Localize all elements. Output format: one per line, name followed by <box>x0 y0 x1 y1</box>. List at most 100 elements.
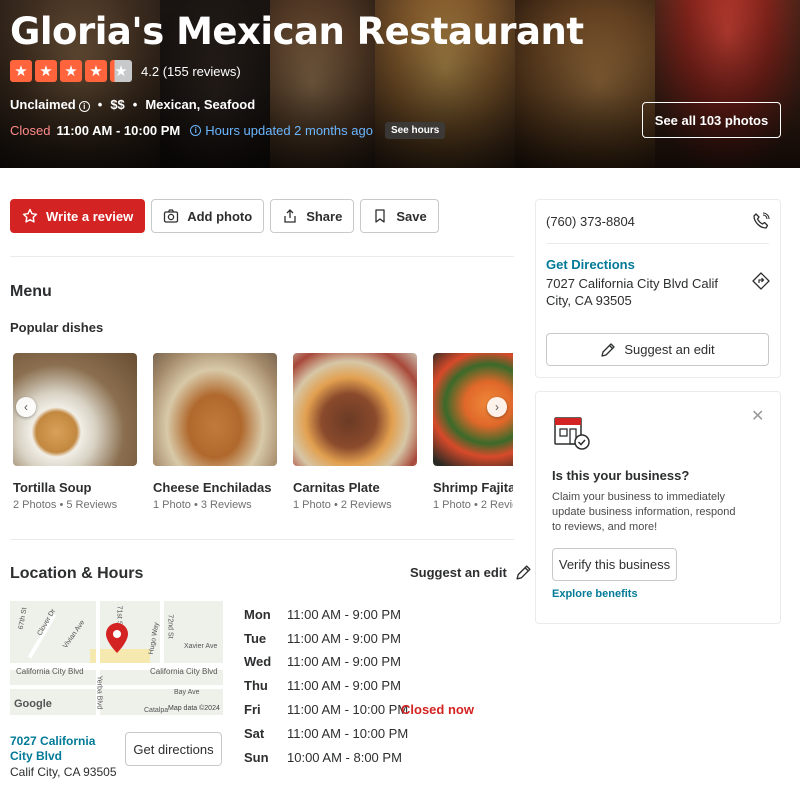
dish-card[interactable]: Carnitas Plate 1 Photo • 2 Reviews <box>293 353 417 511</box>
separator-dot: • <box>97 97 103 112</box>
pencil-icon <box>601 342 615 357</box>
map-label: Bay Ave <box>174 689 200 696</box>
verify-business-button[interactable]: Verify this business <box>552 548 677 581</box>
dish-name[interactable]: Tortilla Soup <box>13 480 137 495</box>
day-hours: 11:00 AM - 10:00 PM <box>287 702 409 717</box>
divider <box>546 243 769 244</box>
day-label: Fri <box>244 702 261 717</box>
phone-number[interactable]: (760) 373-8804 <box>546 214 635 229</box>
hours-row: Closed 11:00 AM - 10:00 PM i Hours update… <box>10 122 446 139</box>
hours-row: Thu 11:00 AM - 9:00 PM <box>244 678 504 698</box>
close-icon[interactable]: ✕ <box>751 406 764 426</box>
hours-row: Wed 11:00 AM - 9:00 PM <box>244 654 504 674</box>
claim-business-card: ✕ Is this your business? Claim your busi… <box>535 391 781 624</box>
dish-photo[interactable] <box>293 353 417 466</box>
hours-row: Fri 11:00 AM - 10:00 PM Closed now <box>244 702 504 722</box>
dish-name[interactable]: Cheese Enchiladas <box>153 480 277 495</box>
map-label: Hugo Way <box>147 621 161 656</box>
map-data-label: Map data ©2024 <box>168 705 220 712</box>
rating-value[interactable]: 4.2 (155 reviews) <box>141 64 241 79</box>
star-icon: ★ <box>85 60 107 82</box>
business-name: Gloria's Mexican Restaurant <box>10 10 584 53</box>
hero-banner: Gloria's Mexican Restaurant ★ ★ ★ ★ ★ 4.… <box>0 0 800 168</box>
action-bar: Write a review Add photo Share Save <box>10 199 439 233</box>
star-icon <box>22 208 38 223</box>
explore-benefits-link[interactable]: Explore benefits <box>552 588 638 600</box>
map-label: California City Blvd <box>150 667 218 676</box>
hours-updated[interactable]: i Hours updated 2 months ago <box>190 123 373 138</box>
dish-photo[interactable] <box>153 353 277 466</box>
map-label: Xavier Ave <box>184 643 218 650</box>
map-label: California City Blvd <box>16 667 84 676</box>
hours-row: Mon 11:00 AM - 9:00 PM <box>244 607 504 627</box>
get-directions-button[interactable]: Get directions <box>125 732 222 766</box>
map-pin-icon[interactable] <box>106 623 128 653</box>
info-icon: i <box>190 125 202 136</box>
popular-dishes-label: Popular dishes <box>10 320 104 335</box>
see-hours-button[interactable]: See hours <box>384 122 446 139</box>
suggest-edit-button[interactable]: Suggest an edit <box>546 333 769 366</box>
hours-row: Sat 11:00 AM - 10:00 PM <box>244 726 504 746</box>
write-review-button[interactable]: Write a review <box>10 199 146 233</box>
closed-now-badge: Closed now <box>401 702 474 717</box>
bookmark-icon <box>375 209 385 223</box>
map-label: Catalpa <box>144 707 169 714</box>
divider <box>10 256 514 257</box>
day-label: Sun <box>244 750 269 765</box>
location-map[interactable]: 67th St Clover Dr Vivian Ave 71st St Hug… <box>10 601 223 715</box>
chevron-left-icon[interactable]: ‹ <box>16 397 36 417</box>
day-label: Tue <box>244 631 267 646</box>
pencil-icon <box>516 565 531 580</box>
map-label: 72nd St <box>166 614 174 639</box>
dish-meta: 2 Photos • 5 Reviews <box>13 499 118 511</box>
star-icon: ★ <box>110 60 132 82</box>
categories[interactable]: Mexican, Seafood <box>145 97 255 112</box>
star-icon: ★ <box>10 60 32 82</box>
save-button[interactable]: Save <box>360 199 439 233</box>
share-button[interactable]: Share <box>270 199 355 233</box>
hours-row: Sun 10:00 AM - 8:00 PM <box>244 750 504 770</box>
day-hours: 11:00 AM - 9:00 PM <box>287 607 401 622</box>
hours-row: Tue 11:00 AM - 9:00 PM <box>244 631 504 651</box>
day-hours: 10:00 AM - 8:00 PM <box>287 750 402 765</box>
see-all-photos-button[interactable]: See all 103 photos <box>642 102 781 138</box>
dish-name[interactable]: Carnitas Plate <box>293 480 417 495</box>
star-icon: ★ <box>35 60 57 82</box>
day-hours: 11:00 AM - 9:00 PM <box>287 678 401 693</box>
address-link[interactable]: 7027 California City Blvd <box>10 734 120 764</box>
claim-description: Claim your business to immediately updat… <box>552 491 736 533</box>
info-icon[interactable]: i <box>78 101 90 112</box>
chevron-right-icon[interactable]: › <box>487 397 507 417</box>
claim-status[interactable]: Unclaimed i <box>10 97 90 112</box>
dish-meta: 1 Photo • 2 Reviews <box>293 499 392 511</box>
map-label: Vivian Ave <box>62 619 87 650</box>
divider <box>10 539 514 540</box>
dish-card[interactable]: Tortilla Soup 2 Photos • 5 Reviews <box>13 353 137 511</box>
day-label: Thu <box>244 678 268 693</box>
sidebar-address: 7027 California City Blvd Calif City, CA… <box>546 276 718 308</box>
day-hours: 11:00 AM - 9:00 PM <box>287 654 401 669</box>
open-status: Closed <box>10 123 51 138</box>
dish-name[interactable]: Shrimp Fajitas <box>433 480 513 495</box>
day-hours: 11:00 AM - 10:00 PM <box>287 726 409 741</box>
star-icon: ★ <box>60 60 82 82</box>
dish-card[interactable]: Cheese Enchiladas 1 Photo • 3 Reviews <box>153 353 277 511</box>
day-label: Mon <box>244 607 271 622</box>
map-label: Yerba Blvd <box>95 675 103 710</box>
map-road <box>160 601 164 663</box>
price-range: $$ <box>110 97 125 112</box>
hours-today: 11:00 AM - 10:00 PM <box>56 123 181 138</box>
get-directions-link[interactable]: Get Directions <box>546 257 635 272</box>
claim-question: Is this your business? <box>552 468 690 483</box>
dish-meta: 1 Photo • 3 Reviews <box>153 499 252 511</box>
share-icon <box>284 209 296 223</box>
dish-card[interactable]: Shrimp Fajitas 1 Photo • 2 Reviews <box>433 353 513 511</box>
separator-dot: • <box>132 97 138 112</box>
suggest-edit-link[interactable]: Suggest an edit <box>410 564 532 581</box>
add-photo-button[interactable]: Add photo <box>151 199 265 233</box>
popular-dishes-carousel: Tortilla Soup 2 Photos • 5 Reviews Chees… <box>13 353 513 518</box>
rating-row: ★ ★ ★ ★ ★ 4.2 (155 reviews) <box>10 60 241 82</box>
directions-icon[interactable] <box>752 272 770 290</box>
day-hours: 11:00 AM - 9:00 PM <box>287 631 401 646</box>
phone-icon[interactable] <box>752 212 770 230</box>
